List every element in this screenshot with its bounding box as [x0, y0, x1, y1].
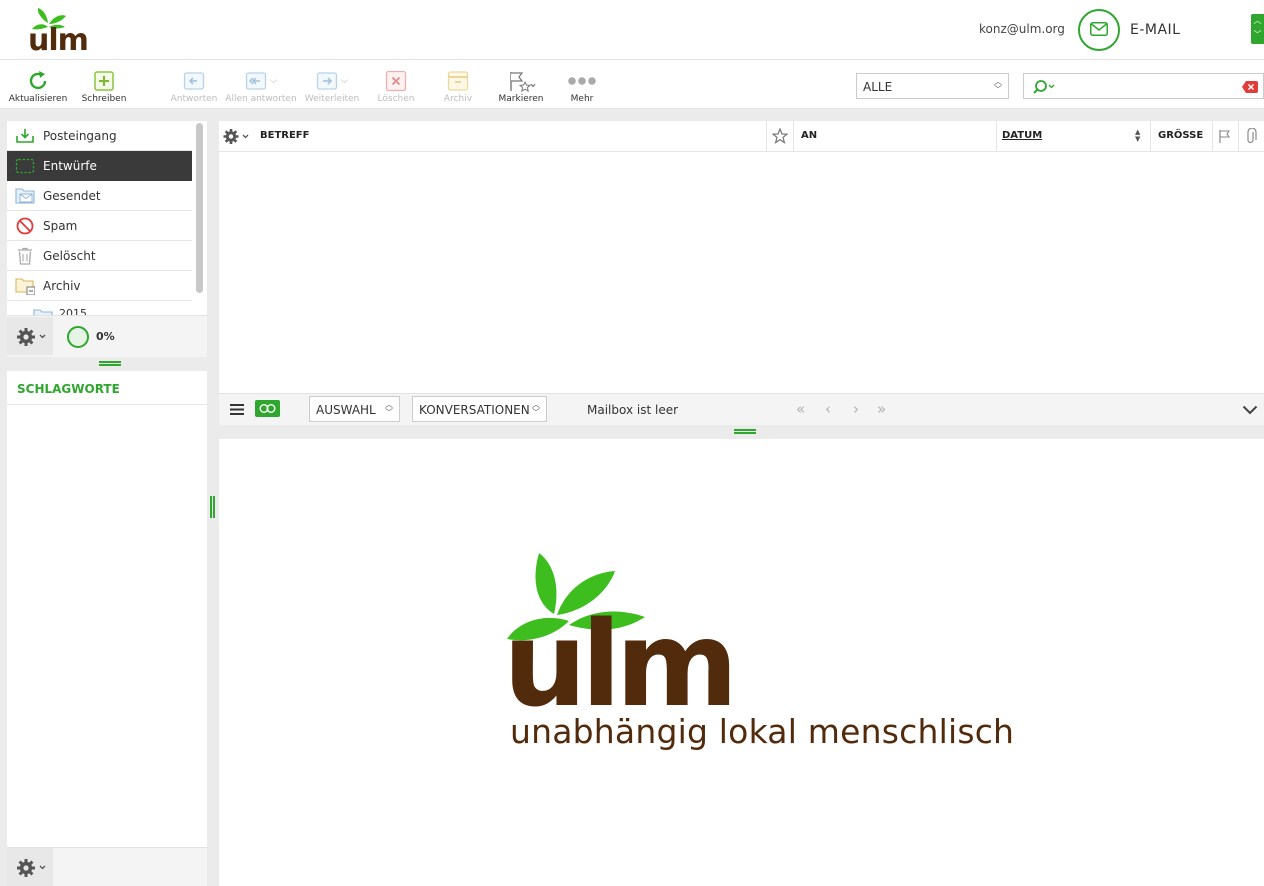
divider	[766, 121, 767, 152]
folder-spam[interactable]: Spam	[7, 211, 192, 241]
list-footer: AUSWAHL ︿ ﹀ KONVERSATIONEN ︿ ﹀ Mailbox ist…	[219, 393, 1264, 425]
folder-resize-handle[interactable]	[99, 361, 121, 366]
ulm-logo[interactable]: ulm	[28, 8, 103, 52]
divider	[1150, 121, 1151, 152]
drafts-icon	[15, 158, 35, 174]
threads-select[interactable]: KONVERSATIONEN ︿ ﹀	[412, 396, 547, 422]
compose-icon	[94, 71, 114, 91]
trash-icon	[18, 247, 32, 265]
search-icon[interactable]	[1032, 79, 1056, 95]
gear-icon	[17, 859, 46, 877]
first-page-icon[interactable]: «	[796, 400, 805, 418]
divider	[793, 121, 794, 152]
folder-icon	[33, 309, 53, 315]
folder-trash[interactable]: Gelöscht	[7, 241, 192, 271]
reply-button[interactable]: Antworten	[168, 68, 220, 108]
folder-2015[interactable]: 2015	[7, 301, 192, 315]
folder-sent[interactable]: Gesendet	[7, 181, 192, 211]
column-to[interactable]: AN	[801, 130, 817, 141]
inbox-icon	[16, 129, 34, 143]
flag-column-icon[interactable]	[1218, 129, 1232, 144]
attachment-icon[interactable]	[1245, 128, 1257, 145]
mark-button[interactable]: Markieren	[496, 68, 546, 108]
collapse-chevron-icon[interactable]	[1242, 405, 1258, 415]
clear-search-icon[interactable]	[1242, 81, 1258, 93]
preview-resize-handle[interactable]	[734, 429, 756, 434]
threads-icon	[259, 404, 276, 413]
menu-icon[interactable]	[230, 403, 244, 416]
sidebar-toggle[interactable]: ︿ ﹀	[1251, 14, 1264, 44]
tags-footer	[7, 847, 207, 886]
column-subject[interactable]: BETREFF	[260, 130, 309, 141]
refresh-icon	[29, 71, 47, 90]
list-options-icon[interactable]	[223, 128, 251, 145]
search-box[interactable]	[1023, 73, 1264, 99]
up-down-arrows-icon: ︿ ﹀	[532, 400, 540, 417]
previous-page-icon[interactable]: ‹	[825, 400, 831, 418]
svg-text:ulm: ulm	[507, 595, 732, 711]
divider	[7, 404, 207, 405]
email-app-button[interactable]	[1078, 9, 1120, 51]
compose-button[interactable]: Schreiben	[78, 68, 130, 108]
envelope-icon	[1090, 22, 1108, 36]
next-page-icon[interactable]: ›	[853, 400, 859, 418]
search-input[interactable]	[1060, 77, 1240, 95]
forward-button[interactable]: ⌵ Weiterleiten	[302, 68, 362, 108]
reply-all-icon	[245, 72, 267, 90]
sort-icon: ▲ ▼	[1135, 128, 1141, 143]
archive-icon	[447, 71, 469, 91]
selection-select[interactable]: AUSWAHL ︿ ﹀	[309, 396, 400, 422]
chevron-down-icon: ﹀	[1253, 30, 1262, 39]
tags-title: SCHLAGWORTE	[17, 382, 120, 396]
star-icon[interactable]	[772, 128, 788, 144]
folder-scrollbar[interactable]	[196, 123, 203, 293]
gear-icon	[17, 328, 46, 346]
more-icon	[568, 77, 596, 85]
delete-button[interactable]: Löschen	[372, 68, 420, 108]
quota-text: 0%	[96, 330, 115, 343]
folder-archive[interactable]: Archiv	[7, 271, 192, 301]
flag-icon	[510, 72, 536, 92]
preview-pane: ulm unabhängig lokal menschlisch	[219, 439, 1264, 886]
ulm-large-logo: ulm	[507, 553, 738, 711]
forward-icon	[316, 72, 338, 90]
archive-folder-icon	[15, 278, 35, 295]
column-size[interactable]: GRÖSSE	[1158, 130, 1203, 141]
sent-icon	[15, 188, 35, 204]
chevron-up-icon: ︿	[1253, 16, 1262, 25]
sidebar-resize-handle[interactable]	[210, 496, 215, 518]
quota-indicator[interactable]	[67, 326, 89, 348]
account-email[interactable]: konz@ulm.org	[979, 22, 1065, 36]
message-list: BETREFF AN DATUM ▲ ▼ GRÖSSE	[219, 121, 1264, 393]
app-title: E-MAIL	[1130, 22, 1181, 38]
up-down-arrows-icon: ︿ ﹀	[994, 77, 1002, 94]
column-date[interactable]: DATUM	[1002, 130, 1042, 141]
delete-icon	[385, 70, 407, 92]
archive-button[interactable]: Archiv	[436, 68, 480, 108]
tags-panel: SCHLAGWORTE	[7, 371, 207, 847]
folder-drafts[interactable]: Entwürfe	[7, 151, 192, 181]
spam-icon	[16, 217, 34, 235]
reply-icon	[183, 72, 205, 90]
more-button[interactable]: Mehr	[562, 68, 602, 108]
chevron-down-icon: ⌵	[270, 76, 277, 86]
refresh-button[interactable]: Aktualisieren	[8, 68, 68, 108]
folder-inbox[interactable]: Posteingang	[7, 121, 192, 151]
thread-toggle-button[interactable]	[255, 400, 280, 417]
folder-settings-button[interactable]	[7, 317, 53, 355]
divider	[1238, 121, 1239, 152]
divider	[996, 121, 997, 152]
app-header: ulm konz@ulm.org E-MAIL ︿ ﹀	[0, 0, 1264, 60]
tags-settings-button[interactable]	[7, 848, 53, 886]
tagline: unabhängig lokal menschlisch	[510, 712, 1015, 751]
list-header: BETREFF AN DATUM ▲ ▼ GRÖSSE	[219, 121, 1264, 152]
up-down-arrows-icon: ︿ ﹀	[385, 400, 393, 417]
reply-all-button[interactable]: ⌵ Allen antworten	[224, 68, 298, 108]
filter-select[interactable]: ALLE ︿ ﹀	[856, 73, 1009, 99]
chevron-down-icon: ⌵	[341, 76, 348, 86]
divider	[1212, 121, 1213, 152]
last-page-icon[interactable]: »	[877, 400, 886, 418]
mailbox-status: Mailbox ist leer	[587, 403, 679, 417]
svg-text:ulm: ulm	[28, 23, 88, 52]
